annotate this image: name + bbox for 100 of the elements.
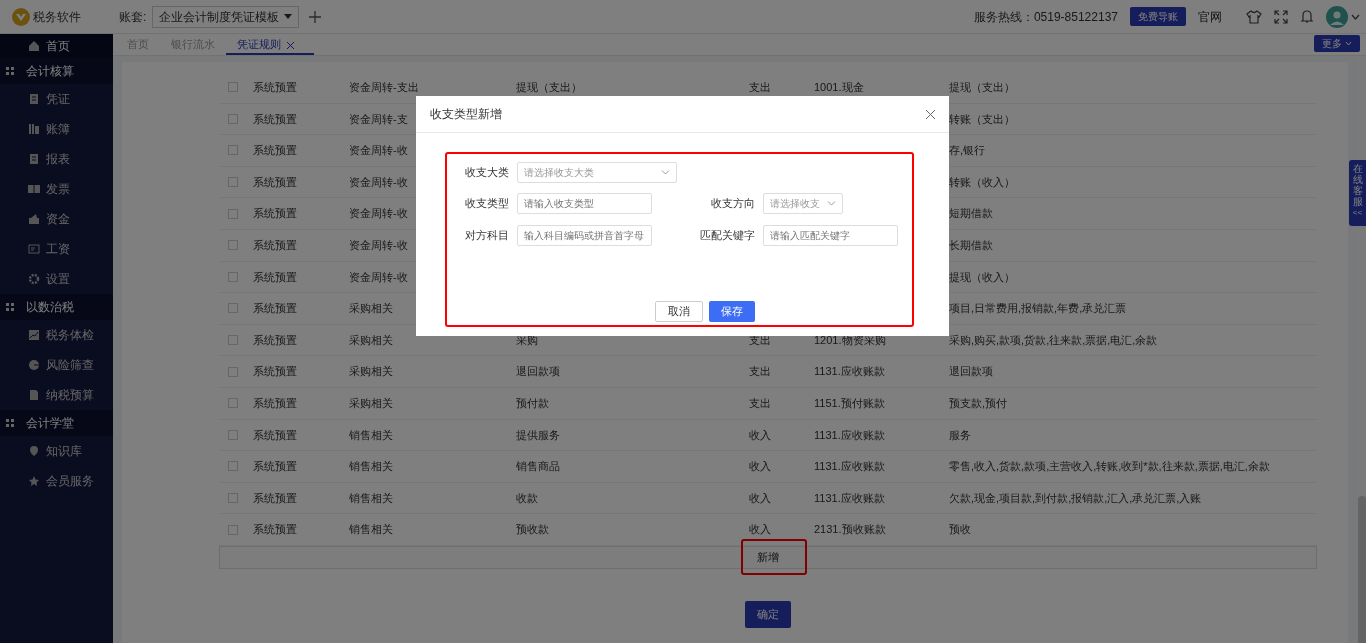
table-cell: 提现（收入） (949, 270, 1015, 283)
table-cell: 短期借款 (949, 207, 993, 220)
table-cell: 提现（支出） (516, 81, 582, 94)
table-cell: 系统预置 (253, 239, 297, 251)
field-label: 收支方向 (710, 196, 756, 212)
table-cell: 系统预置 (253, 175, 297, 188)
sidebar-item[interactable]: 会员服务 (0, 466, 113, 496)
sidebar-item[interactable]: 报表 (0, 144, 113, 174)
table-cell: 销售相关 (349, 523, 393, 536)
sidebar-item[interactable]: 知识库 (0, 436, 113, 466)
table-cell: 销售相关 (349, 428, 393, 441)
field-label: 匹配关键字 (699, 228, 756, 244)
select-field[interactable]: 请选择收支 (763, 193, 843, 214)
save-button[interactable]: 保存 (708, 301, 755, 322)
website-link[interactable]: 官网 (1198, 7, 1222, 26)
import-button[interactable]: 免费导账 (1130, 7, 1186, 26)
input-field[interactable]: 输入科目编码或拼音首字母 (517, 225, 652, 246)
table-cell: 支出 (749, 365, 771, 378)
table-cell: 预付款 (516, 397, 549, 409)
app-name: 税务软件 (33, 8, 81, 26)
table-cell: 系统预置 (253, 365, 297, 378)
table-cell: 采购相关 (349, 365, 393, 378)
table-cell: 项目,日常费用,报销款,年费,承兑汇票 (949, 302, 1127, 315)
sidebar-item[interactable]: 工资 (0, 234, 113, 264)
sidebar-group[interactable]: 会计学堂 (0, 410, 113, 436)
table-cell: 资金周转-支 (349, 112, 408, 125)
hotline-text: 服务热线：0519-85122137 (973, 8, 1118, 26)
table-cell: 销售商品 (516, 460, 560, 473)
sidebar-group[interactable]: 会计核算 (0, 58, 113, 84)
table-cell: 欠款,现金,项目款,到付款,报销款,汇入,承兑汇票,入账 (949, 491, 1202, 504)
table-cell: 零售,收入,货款,款项,主营收入,转账,收到*款,往来款,票据,电汇,余款 (949, 460, 1270, 473)
table-cell: 存,银行 (949, 144, 986, 157)
table-cell: 资金周转-收 (349, 270, 408, 283)
table-cell: 资金周转-支出 (349, 81, 419, 94)
ledger-label: 账套: (119, 8, 147, 26)
table-cell: 服务 (949, 428, 971, 441)
table-cell: 提现（支出） (949, 81, 1015, 94)
table-cell: 采购,购买,款项,货款,往来款,票据,电汇,余款 (949, 333, 1158, 346)
table-cell: 资金周转-收 (349, 239, 408, 251)
table-cell: 收入 (749, 491, 771, 504)
table-cell: 1131.应收账款 (814, 428, 885, 441)
sidebar-group[interactable]: 以数治税 (0, 294, 113, 320)
table-cell: 系统预置 (253, 460, 297, 473)
table-cell: 资金周转-收 (349, 175, 408, 188)
table-cell: 1131.应收账款 (814, 365, 885, 378)
table-cell: 1001.现金 (814, 81, 864, 94)
table-cell: 支出 (749, 81, 771, 94)
sidebar-item[interactable]: 发票 (0, 174, 113, 204)
table-cell: 预收款 (516, 523, 549, 536)
table-cell: 支出 (749, 333, 771, 346)
more-button[interactable]: 更多 (1314, 35, 1360, 52)
table-cell: 收入 (749, 460, 771, 473)
table-cell: 转账（支出） (949, 112, 1015, 125)
table-cell: 1131.应收账款 (814, 460, 885, 473)
select-field[interactable]: 请选择收支大类 (517, 162, 677, 183)
sidebar-item[interactable]: 凭证 (0, 84, 113, 114)
table-cell: 预收 (949, 523, 971, 536)
sidebar-item[interactable]: 资金 (0, 204, 113, 234)
table-cell: 支出 (749, 397, 771, 409)
table-cell: 系统预置 (253, 333, 297, 346)
table-cell: 退回款项 (949, 365, 993, 378)
tab[interactable]: 凭证规则 (226, 33, 314, 55)
ledger-select[interactable]: 企业会计制度凭证模板 (152, 5, 300, 28)
table-cell: 提供服务 (516, 428, 560, 441)
input-field[interactable]: 请输入收支类型 (517, 193, 652, 214)
table-cell: 2131.预收账款 (814, 523, 886, 536)
table-cell: 收入 (749, 523, 771, 536)
table-cell: 系统预置 (253, 112, 297, 125)
table-cell: 销售相关 (349, 460, 393, 473)
table-cell: 系统预置 (253, 144, 297, 157)
table-cell: 采购相关 (349, 302, 393, 315)
table-cell: 系统预置 (253, 270, 297, 283)
table-cell: 采购相关 (349, 397, 393, 409)
table-cell: 转账（收入） (949, 175, 1015, 188)
table-cell: 系统预置 (253, 397, 297, 409)
cancel-button[interactable]: 取消 (654, 301, 703, 322)
add-button[interactable]: 新增 (756, 548, 780, 567)
support-tab[interactable]: 在线客服 << (1349, 160, 1366, 226)
table-cell: 收入 (749, 428, 771, 441)
table-cell: 预支款,预付 (949, 397, 1008, 409)
sidebar-item[interactable]: 首页 (0, 34, 113, 58)
sidebar-item[interactable]: 账簿 (0, 114, 113, 144)
table-cell: 资金周转-收 (349, 207, 408, 220)
add-row-bar[interactable]: 新增 (219, 545, 1317, 569)
table-cell: 系统预置 (253, 491, 297, 504)
table-cell: 系统预置 (253, 523, 297, 536)
field-label: 收支类型 (464, 196, 510, 212)
table-cell: 1131.应收账款 (814, 491, 885, 504)
table-cell: 退回款项 (516, 365, 560, 378)
field-label: 对方科目 (464, 228, 510, 244)
confirm-button[interactable]: 确定 (745, 600, 791, 628)
sidebar-item[interactable]: 风险筛查 (0, 350, 113, 380)
sidebar-item[interactable]: 纳税预算 (0, 380, 113, 410)
table-cell: 系统预置 (253, 302, 297, 315)
input-field[interactable]: 请输入匹配关键字 (763, 225, 898, 246)
table-cell: 系统预置 (253, 207, 297, 220)
sidebar-item[interactable]: 设置 (0, 264, 113, 294)
sidebar-item[interactable]: 税务体检 (0, 320, 113, 350)
field-label: 收支大类 (464, 165, 510, 181)
table-cell: 系统预置 (253, 428, 297, 441)
